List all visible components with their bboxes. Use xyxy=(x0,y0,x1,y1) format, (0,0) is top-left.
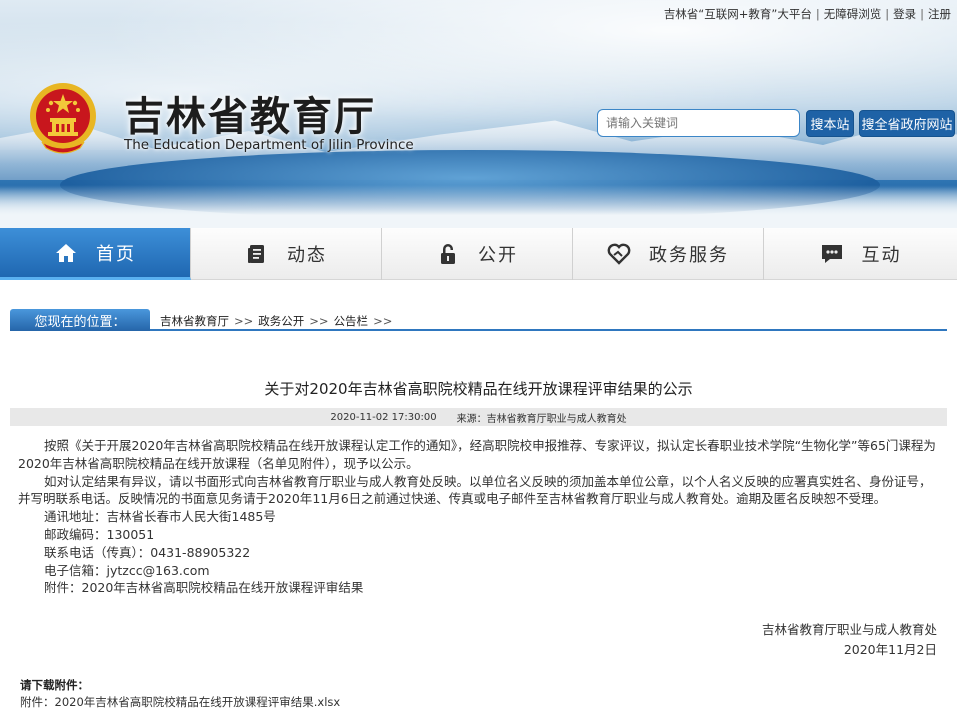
article-signature: 吉林省教育厅职业与成人教育处 2020年11月2日 xyxy=(762,620,937,660)
site-title: 吉林省教育厅 xyxy=(124,94,376,140)
home-icon xyxy=(54,241,78,265)
header-banner: 吉林省“互联网+教育”大平台 | 无障碍浏览 | 登录 | 注册 吉林省教育厅 The Ed… xyxy=(0,0,957,228)
nav-item-interaction[interactable]: 互动 xyxy=(764,228,957,280)
nav-item-label: 动态 xyxy=(287,245,327,266)
download-file-link[interactable]: 附件：2020年吉林省高职院校精品在线开放课程评审结果.xlsx xyxy=(20,694,340,710)
top-link-platform[interactable]: 吉林省“互联网+教育”大平台 xyxy=(664,7,812,21)
nav-item-services[interactable]: 政务服务 xyxy=(573,228,764,280)
nav-item-label: 首页 xyxy=(96,243,136,265)
top-link-register[interactable]: 注册 xyxy=(928,7,951,21)
article-attachment: 附件：2020年吉林省高职院校精品在线开放课程评审结果 xyxy=(44,580,364,596)
article-paragraph: 按照《关于开展2020年吉林省高职院校精品在线开放课程认定工作的通知》，经高职院… xyxy=(18,438,936,471)
nav-item-label: 政务服务 xyxy=(649,245,729,266)
nav-item-label: 公开 xyxy=(478,245,518,266)
site-subtitle: The Education Department of Jilin Provin… xyxy=(124,137,414,153)
article-title: 关于对2020年吉林省高职院校精品在线开放课程评审结果的公示 xyxy=(264,380,693,398)
heart-hand-icon xyxy=(607,242,631,266)
breadcrumb: 您现在的位置： 吉林省教育厅 >> 政务公开 >> 公告栏 >> xyxy=(10,309,947,331)
top-link-login[interactable]: 登录 xyxy=(893,7,916,21)
nav-item-label: 互动 xyxy=(861,245,902,266)
main-nav: 首页 动态 公开 政务服务 互动 xyxy=(0,228,957,280)
downloads-title: 请下载附件： xyxy=(20,678,89,692)
chat-icon xyxy=(820,242,844,266)
top-link-accessibility[interactable]: 无障碍浏览 xyxy=(824,7,882,21)
contact-phone: 联系电话（传真）：0431-88905322 xyxy=(44,544,251,560)
breadcrumb-arrow: >> xyxy=(373,314,393,328)
nav-item-public[interactable]: 公开 xyxy=(382,228,573,280)
breadcrumb-item-home[interactable]: 吉林省教育厅 xyxy=(160,314,229,328)
lock-icon xyxy=(436,242,460,266)
national-emblem-icon xyxy=(30,83,96,154)
article-paragraph: 如对认定结果有异议，请以书面形式向吉林省教育厅职业与成人教育处反映。以单位名义反… xyxy=(18,473,932,507)
contact-postcode: 邮政编码：130051 xyxy=(44,526,155,542)
nav-item-home[interactable]: 首页 xyxy=(0,228,191,280)
contact-email: 电子信箱：jytzcc@163.com xyxy=(44,562,210,578)
breadcrumb-item-public[interactable]: 政务公开 xyxy=(258,314,304,328)
top-links: 吉林省“互联网+教育”大平台 | 无障碍浏览 | 登录 | 注册 xyxy=(663,7,951,21)
banner-shore xyxy=(0,185,957,228)
contact-address: 通讯地址：吉林省长春市人民大街1485号 xyxy=(44,509,276,525)
breadcrumb-arrow: >> xyxy=(234,314,254,328)
search-site-button[interactable]: 搜本站 xyxy=(806,110,854,137)
article-source-label: 来源： xyxy=(456,413,487,425)
article-source: 吉林省教育厅职业与成人教育处 xyxy=(486,413,627,425)
article-meta: 2020-11-02 17:30:00 来源： 吉林省教育厅职业与成人教育处 xyxy=(10,408,947,426)
sign-date: 2020年11月2日 xyxy=(843,642,937,657)
signer: 吉林省教育厅职业与成人教育处 xyxy=(761,622,937,637)
article-body: 按照《关于开展2020年吉林省高职院校精品在线开放课程认定工作的通知》，经高职院… xyxy=(18,437,943,597)
breadcrumb-path: 吉林省教育厅 >> 政务公开 >> 公告栏 >> xyxy=(160,313,397,329)
article-date: 2020-11-02 17:30:00 xyxy=(330,411,437,423)
document-icon xyxy=(245,242,269,266)
breadcrumb-label: 您现在的位置： xyxy=(10,309,150,331)
search-gov-button[interactable]: 搜全省政府网站 xyxy=(859,110,955,137)
breadcrumb-arrow: >> xyxy=(309,314,329,328)
nav-item-news[interactable]: 动态 xyxy=(191,228,382,280)
search-input[interactable] xyxy=(597,109,800,137)
breadcrumb-item-notice[interactable]: 公告栏 xyxy=(334,314,369,328)
